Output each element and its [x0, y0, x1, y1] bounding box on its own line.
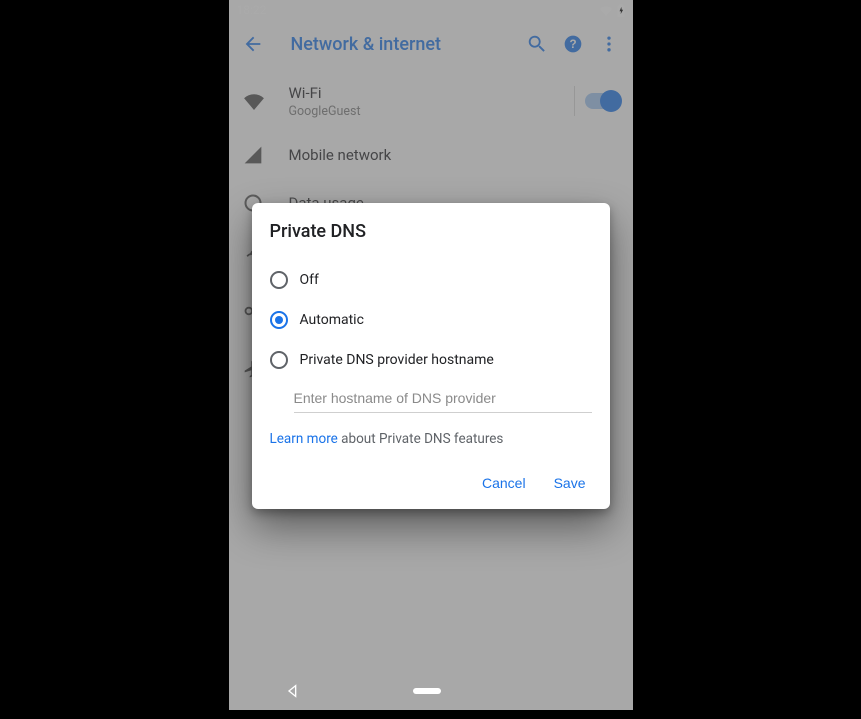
status-bar: 18:22 — [229, 0, 633, 20]
device-frame: 18:22 Network & internet ? — [229, 0, 633, 710]
overflow-menu-button[interactable] — [591, 26, 627, 62]
dns-option-off[interactable]: Off — [270, 260, 592, 300]
nav-spacer — [554, 680, 576, 702]
help-button[interactable]: ? — [555, 26, 591, 62]
wifi-toggle[interactable] — [585, 93, 619, 109]
wifi-subtitle: GoogleGuest — [289, 104, 564, 119]
divider — [574, 86, 575, 116]
radio-label: Automatic — [300, 312, 364, 328]
search-button[interactable] — [519, 26, 555, 62]
dns-option-automatic[interactable]: Automatic — [270, 300, 592, 340]
learn-more-text: about Private DNS features — [338, 431, 504, 447]
app-bar: Network & internet ? — [229, 20, 633, 68]
nav-back-button[interactable] — [285, 683, 301, 699]
nav-home-button[interactable] — [413, 688, 441, 694]
learn-more-line: Learn more about Private DNS features — [270, 431, 592, 447]
dialog-actions: Cancel Save — [270, 469, 592, 497]
dns-hostname-input[interactable] — [294, 384, 592, 413]
signal-icon — [243, 145, 289, 165]
radio-icon — [270, 351, 288, 369]
radio-label: Off — [300, 272, 319, 288]
dns-option-hostname[interactable]: Private DNS provider hostname — [270, 340, 592, 380]
private-dns-dialog: Private DNS Off Automatic Private DNS pr… — [252, 203, 610, 509]
wifi-title: Wi-Fi — [289, 84, 564, 102]
dialog-title: Private DNS — [270, 221, 592, 242]
radio-icon — [270, 271, 288, 289]
wifi-icon — [243, 92, 289, 110]
cancel-button[interactable]: Cancel — [480, 469, 528, 497]
radio-icon — [270, 311, 288, 329]
status-time: 18:22 — [237, 3, 267, 17]
save-button[interactable]: Save — [552, 469, 588, 497]
page-title: Network & internet — [291, 34, 519, 55]
mobile-title: Mobile network — [289, 146, 619, 164]
svg-text:?: ? — [569, 38, 576, 51]
radio-label: Private DNS provider hostname — [300, 352, 494, 368]
system-nav-bar — [229, 672, 633, 710]
learn-more-link[interactable]: Learn more — [270, 431, 338, 447]
back-button[interactable] — [235, 26, 271, 62]
battery-status-icon — [617, 4, 625, 17]
wifi-status-icon — [599, 5, 613, 16]
setting-row-mobile-network[interactable]: Mobile network — [229, 128, 633, 182]
setting-row-wifi[interactable]: Wi-Fi GoogleGuest — [229, 74, 633, 128]
dns-mode-radiogroup: Off Automatic Private DNS provider hostn… — [270, 260, 592, 413]
